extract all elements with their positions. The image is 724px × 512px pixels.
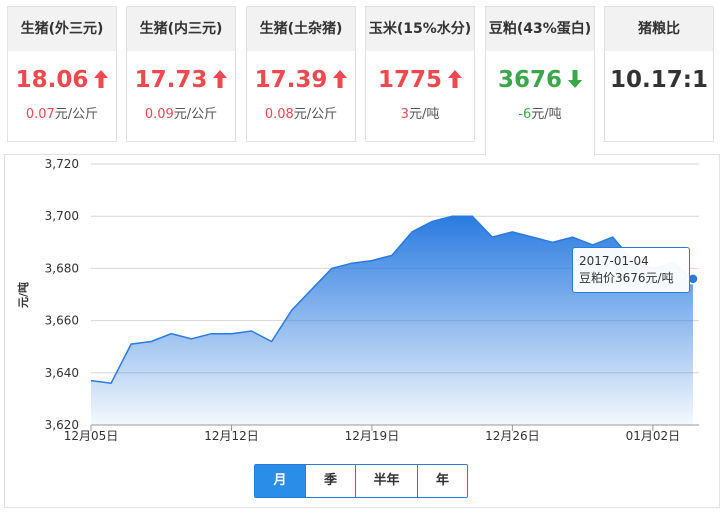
chart-tooltip: 2017-01-04 豆粕价3676元/吨: [572, 247, 690, 293]
card-price-value: 18.06: [15, 67, 89, 93]
card-price-value: 3676: [497, 67, 562, 93]
price-card-4[interactable]: 豆粕(43%蛋白) 3676 -6元/吨: [485, 6, 595, 156]
arrow-up-icon: [448, 69, 462, 88]
card-price: 10.17:1: [605, 65, 713, 95]
x-tick-label: 01月02日: [626, 429, 681, 443]
tooltip-date: 2017-01-04: [579, 254, 649, 268]
card-change-value: 0.09: [144, 107, 174, 122]
x-tick-label: 12月05日: [64, 429, 119, 443]
price-card-2[interactable]: 生猪(土杂猪) 17.39 0.08元/公斤: [246, 6, 356, 142]
y-tick-label: 3,720: [45, 157, 79, 171]
card-price: 3676: [486, 65, 594, 95]
card-price-value: 17.73: [134, 67, 208, 93]
arrow-down-icon: [568, 69, 582, 88]
y-tick-label: 3,680: [45, 261, 79, 275]
card-price-value: 17.39: [254, 67, 328, 93]
y-axis-label: 元/吨: [16, 282, 30, 308]
area-chart: 3,6203,6403,6603,6803,7003,720元/吨12月05日 1…: [16, 157, 699, 443]
card-change: 0.08元/公斤: [247, 103, 355, 122]
card-title: 豆粕(43%蛋白): [486, 7, 594, 51]
card-title: 生猪(内三元): [127, 7, 235, 51]
period-button-3[interactable]: 年: [417, 465, 467, 497]
arrow-up-icon: [333, 69, 348, 88]
card-change-unit: 元/公斤: [54, 107, 99, 122]
period-button-1[interactable]: 季: [305, 465, 355, 497]
price-card-5[interactable]: 猪粮比 10.17:1: [604, 6, 714, 142]
card-price: 18.06: [8, 65, 116, 95]
card-change-unit: 元/吨: [531, 107, 562, 122]
card-change: 0.09元/公斤: [127, 103, 235, 122]
card-price-value: 1775: [377, 67, 442, 93]
card-change-value: 3: [400, 107, 409, 122]
card-title: 生猪(外三元): [8, 7, 116, 51]
price-cards: 生猪(外三元) 18.06 0.07元/公斤 生猪(内三元) 17.73 0.09元/公斤…: [0, 0, 724, 156]
card-title: 玉米(15%水分): [366, 7, 474, 51]
card-change: 3元/吨: [366, 103, 474, 122]
period-selector: 月季半年年: [254, 464, 468, 498]
card-change: -6元/吨: [486, 103, 594, 122]
card-change-unit: 元/公斤: [173, 107, 218, 122]
y-tick-label: 3,660: [45, 314, 79, 328]
card-change-value: -6: [518, 107, 532, 122]
card-change: 0.07元/公斤: [8, 103, 116, 122]
card-title: 猪粮比: [605, 7, 713, 51]
card-price: 17.39: [247, 65, 355, 95]
x-tick-label: 12月19日: [345, 429, 400, 443]
period-button-2[interactable]: 半年: [355, 465, 417, 497]
tooltip-text: 豆粕价3676元/吨: [579, 271, 674, 285]
card-price: 17.73: [127, 65, 235, 95]
x-tick-label: 12月12日: [204, 429, 259, 443]
price-chart: 3,620 3,640 3,660 3,680 3,700 3,720 元/吨 12月05日 1…: [4, 154, 720, 508]
card-title: 生猪(土杂猪): [247, 7, 355, 51]
y-tick-label: 3,640: [45, 366, 79, 380]
arrow-up-icon: [94, 69, 109, 88]
card-change-unit: 元/吨: [408, 107, 440, 122]
card-price: 1775: [366, 65, 474, 95]
x-tick-label: 12月26日: [485, 429, 540, 443]
card-change-value: 0.07: [25, 107, 55, 122]
price-card-0[interactable]: 生猪(外三元) 18.06 0.07元/公斤: [7, 6, 117, 142]
card-price-value: 10.17:1: [610, 67, 708, 93]
price-card-1[interactable]: 生猪(内三元) 17.73 0.09元/公斤: [126, 6, 236, 142]
card-change-value: 0.08: [264, 107, 294, 122]
period-button-0[interactable]: 月: [255, 465, 305, 497]
y-tick-label: 3,700: [45, 209, 79, 223]
price-card-3[interactable]: 玉米(15%水分) 1775 3元/吨: [365, 6, 475, 142]
card-change-unit: 元/公斤: [293, 107, 338, 122]
arrow-up-icon: [213, 69, 228, 88]
